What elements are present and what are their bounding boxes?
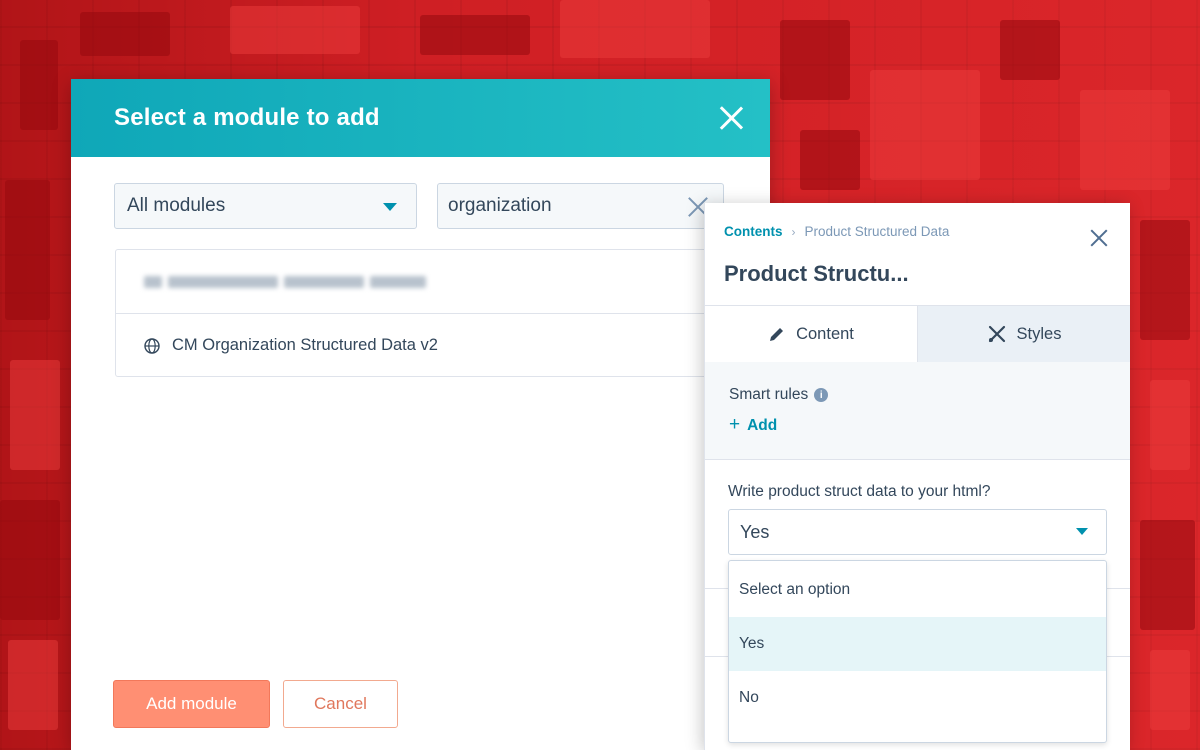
breadcrumb-current: Product Structured Data [804,224,950,239]
dropdown-option[interactable]: Select an option [729,563,1106,617]
dialog-title: Select a module to add [114,104,380,131]
plus-icon: + [729,414,741,435]
dialog-header: Select a module to add [71,79,770,157]
add-module-button[interactable]: Add module [113,680,270,728]
dropdown-option[interactable]: Yes [729,617,1106,671]
select-module-dialog: Select a module to add All modules organ… [71,79,770,750]
globe-icon [144,337,160,354]
panel-title: Product Structu... [724,261,909,286]
add-smart-rule-link[interactable]: + Add [729,414,778,436]
struct-data-options-menu: Select an option Yes No [728,560,1107,743]
smart-rules-label: Smart rules i [729,386,829,404]
styles-icon [988,325,1005,343]
cancel-button[interactable]: Cancel [283,680,398,728]
tab-styles[interactable]: Styles [917,306,1130,362]
close-panel-icon[interactable] [1090,229,1108,247]
dropdown-option[interactable]: No [729,671,1106,725]
panel-tabs: Content Styles [705,305,1130,363]
struct-data-field-label: Write product struct data to your html? [728,483,991,500]
breadcrumb-contents-link[interactable]: Contents [724,224,783,239]
blurred-module-label [144,275,426,288]
pencil-icon [770,328,784,341]
chevron-down-icon [1076,528,1088,535]
close-dialog-icon[interactable] [718,105,744,131]
module-results-list: CM Organization Structured Data v2 [115,249,735,377]
search-value: organization [448,195,552,216]
add-smart-rule-label: Add [747,417,778,434]
module-editor-panel: Contents › Product Structured Data Produ… [704,203,1130,750]
struct-data-select[interactable]: Yes [728,509,1107,555]
module-filter-select[interactable]: All modules [114,183,417,229]
list-item[interactable] [116,250,734,313]
tab-content[interactable]: Content [705,306,917,362]
module-filter-value: All modules [127,195,226,216]
chevron-down-icon [383,203,397,211]
smart-rules-section: Smart rules i + Add [705,362,1130,460]
tab-content-label: Content [796,324,854,343]
breadcrumb: Contents › Product Structured Data [724,224,949,239]
list-item[interactable]: CM Organization Structured Data v2 [116,313,734,377]
module-result-label: CM Organization Structured Data v2 [172,336,438,354]
tab-styles-label: Styles [1016,324,1062,343]
chevron-right-icon: › [791,224,796,239]
info-icon[interactable]: i [814,388,829,402]
struct-data-select-value: Yes [740,521,770,542]
smart-rules-text: Smart rules [729,386,809,403]
module-search-input[interactable]: organization [437,183,724,229]
